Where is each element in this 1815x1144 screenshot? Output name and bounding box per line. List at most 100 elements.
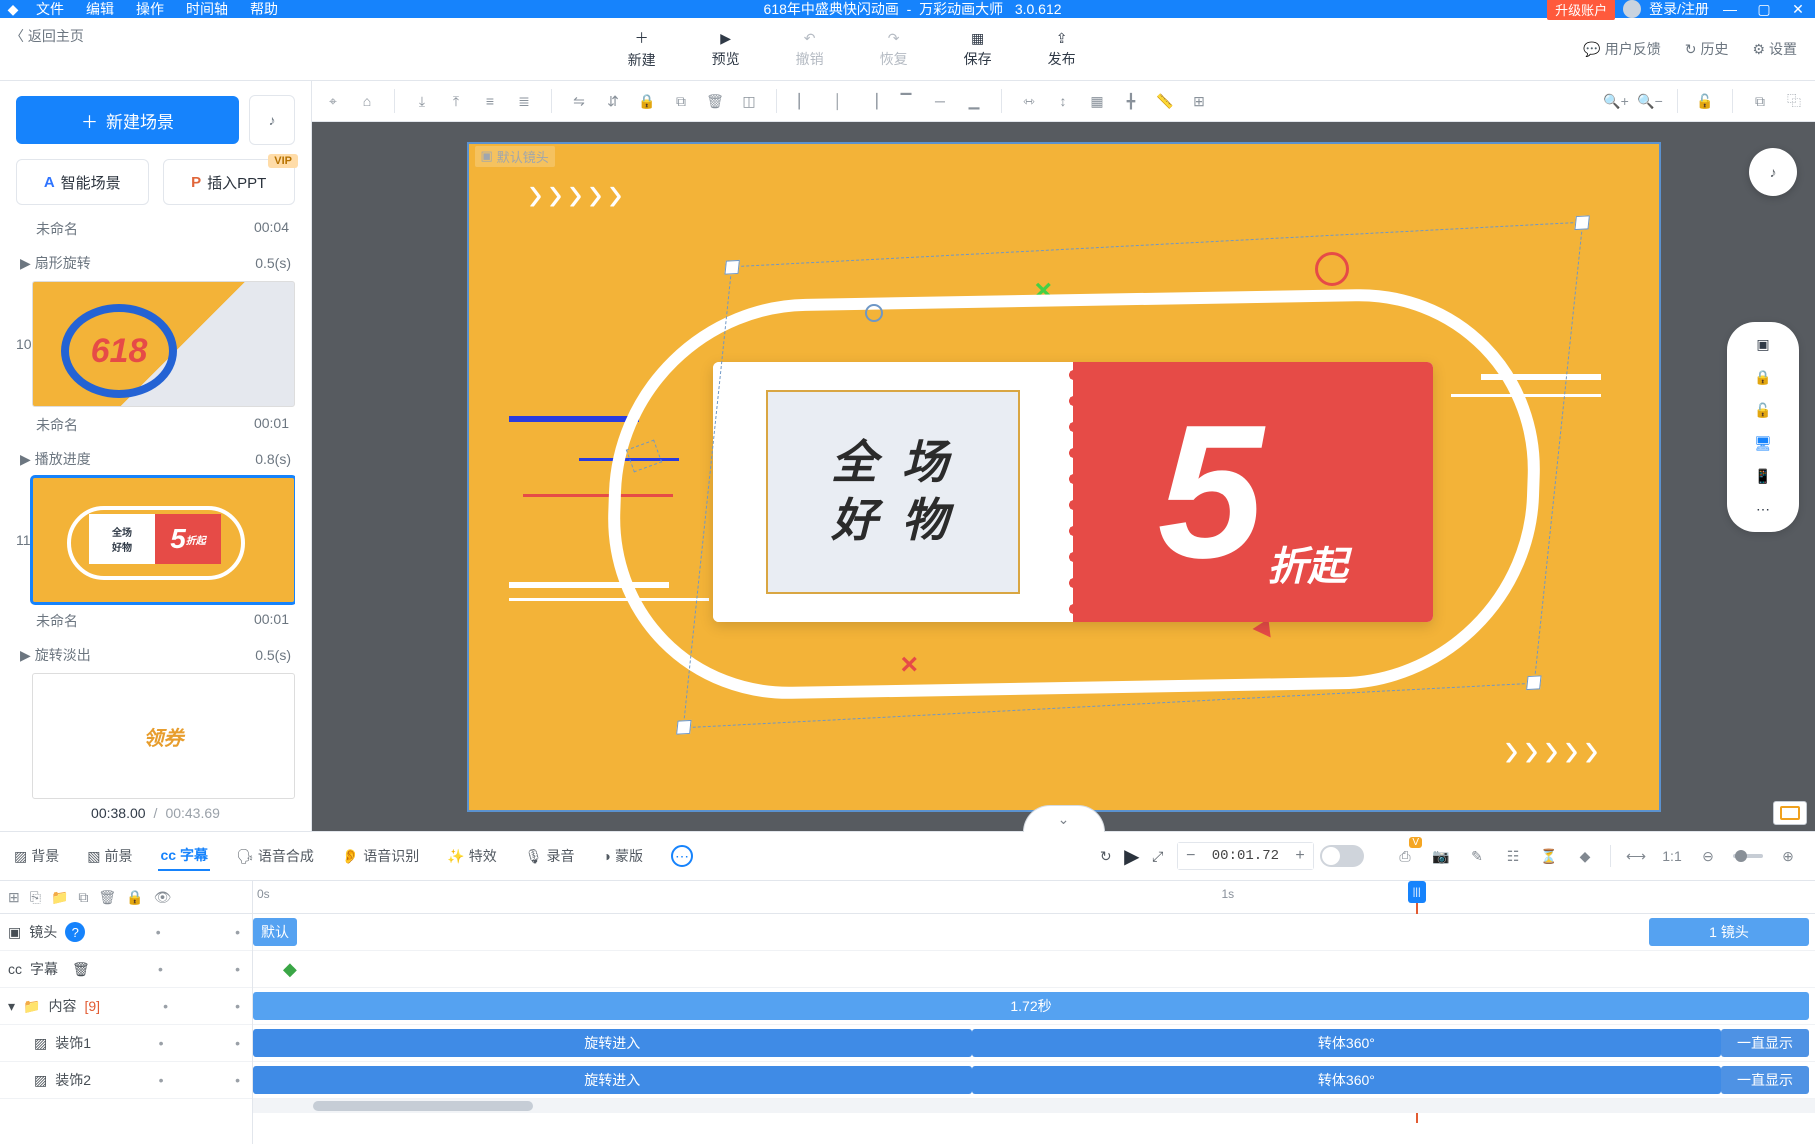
track-deco1[interactable]: 旋转进入 转体360° 一直显示 xyxy=(253,1025,1815,1062)
layers-icon[interactable]: ⧉ xyxy=(1747,88,1773,114)
add-track-icon[interactable]: ☷ xyxy=(1502,845,1524,867)
time-plus[interactable]: + xyxy=(1287,843,1313,869)
clip-camera1[interactable]: 1 镜头 xyxy=(1649,918,1809,946)
stage-outer[interactable]: ♪ ▣ 🔒 🔓 🖥 📱 ⋯ ▣默认镜头 ››››› ››››› xyxy=(312,122,1815,831)
scene-thumb-11[interactable]: 全场好物 5折起 xyxy=(32,477,295,603)
audio-fab[interactable]: ♪ xyxy=(1749,148,1797,196)
copy-icon[interactable]: ⧉ xyxy=(668,88,694,114)
grid-icon[interactable]: ▦ xyxy=(1084,88,1110,114)
dup-icon[interactable]: ⿻ xyxy=(1781,88,1807,114)
redo-button[interactable]: ↷ 恢复 xyxy=(880,30,908,69)
flip-h-icon[interactable]: ⇋ xyxy=(566,88,592,114)
close-button[interactable]: ✕ xyxy=(1785,0,1811,18)
align-center-icon[interactable]: │ xyxy=(825,88,851,114)
track-deco2[interactable]: 旋转进入 转体360° 一直显示 xyxy=(253,1062,1815,1099)
zoom-in-timeline-icon[interactable]: ⊕ xyxy=(1777,845,1799,867)
align-v-top-icon[interactable]: ▔ xyxy=(893,88,919,114)
cursor-icon[interactable]: ⌖ xyxy=(320,88,346,114)
track-deco1-head[interactable]: ▨ 装饰1 •• xyxy=(0,1025,252,1062)
align-v-bot-icon[interactable]: ▁ xyxy=(961,88,987,114)
menu-file[interactable]: 文件 xyxy=(36,0,64,19)
zoom-1-icon[interactable]: 1:1 xyxy=(1661,845,1683,867)
align-left-icon[interactable]: ▏ xyxy=(791,88,817,114)
unlock-icon[interactable]: 🔓 xyxy=(1692,88,1718,114)
tab-more[interactable]: ⋯ xyxy=(669,841,695,871)
undo-button[interactable]: ↶ 撤销 xyxy=(796,30,824,69)
edit-icon[interactable]: ✎ xyxy=(1466,845,1488,867)
menu-help[interactable]: 帮助 xyxy=(250,0,278,19)
clip-always-1[interactable]: 一直显示 xyxy=(1721,1029,1809,1057)
track-subtitle-head[interactable]: cc 字幕 🗑 •• xyxy=(0,951,252,988)
timeline-scroll-thumb[interactable] xyxy=(313,1101,533,1111)
play-button[interactable]: ▶ xyxy=(1119,843,1145,869)
tab-fg[interactable]: ▧前景 xyxy=(85,842,134,870)
upgrade-button[interactable]: 升级账户 xyxy=(1547,0,1615,20)
phone-icon[interactable]: 📱 xyxy=(1754,468,1771,485)
fullscreen-icon[interactable]: ⤢ xyxy=(1145,843,1171,869)
add-keyframe-icon[interactable]: ◆ xyxy=(283,959,297,980)
rotate-handle[interactable] xyxy=(865,304,883,322)
tab-mask[interactable]: ◑蒙版 xyxy=(600,842,644,870)
unlock-icon[interactable]: 🔓 xyxy=(1754,402,1771,419)
lock-icon[interactable]: 🔒 xyxy=(1754,369,1771,386)
add-icon[interactable]: ⊞ xyxy=(8,889,20,906)
stage[interactable]: ▣默认镜头 ››››› ››››› × × xyxy=(467,142,1661,812)
login-link[interactable]: 登录/注册 xyxy=(1649,0,1709,19)
align-hcenter-icon[interactable]: ≣ xyxy=(511,88,537,114)
menu-action[interactable]: 操作 xyxy=(136,0,164,19)
time-stepper[interactable]: − 00:01.72 + xyxy=(1177,842,1314,870)
clip-rotate360-2[interactable]: 转体360° xyxy=(972,1066,1722,1094)
more-icon[interactable]: ⋯ xyxy=(1756,501,1770,518)
clip-rotate360-1[interactable]: 转体360° xyxy=(972,1029,1722,1057)
align-vcenter-icon[interactable]: ≡ xyxy=(477,88,503,114)
publish-button[interactable]: ⇪ 发布 xyxy=(1048,30,1076,69)
timeline-ruler[interactable]: 0s 1s ||| xyxy=(253,881,1815,914)
tab-asr[interactable]: 👂语音识别 xyxy=(340,842,421,870)
feedback-link[interactable]: 💬用户反馈 xyxy=(1583,39,1660,59)
camera-icon[interactable]: 📷 xyxy=(1430,845,1452,867)
track-camera[interactable]: 默认 1 镜头 xyxy=(253,914,1815,951)
folder-icon[interactable]: 📁 xyxy=(51,889,68,906)
settings-link[interactable]: ⚙设置 xyxy=(1752,39,1797,59)
loop-toggle[interactable] xyxy=(1320,845,1364,867)
folder-out-icon[interactable]: ⎘ xyxy=(30,889,41,906)
scene-thumb-10[interactable]: 618 xyxy=(32,281,295,407)
minimize-button[interactable]: — xyxy=(1717,0,1743,18)
import-ppt-button[interactable]: P 插入PPT VIP xyxy=(163,159,296,205)
home-icon[interactable]: ⌂ xyxy=(354,88,380,114)
zoom-out-timeline-icon[interactable]: ⊖ xyxy=(1697,845,1719,867)
zoom-out-icon[interactable]: 🔍− xyxy=(1637,88,1663,114)
zoom-fit-icon[interactable]: ⟷ xyxy=(1625,845,1647,867)
align-top-icon[interactable]: ⤒ xyxy=(443,88,469,114)
menu-timeline[interactable]: 时间轴 xyxy=(186,0,228,19)
align-right-icon[interactable]: ▕ xyxy=(859,88,885,114)
trash-icon[interactable]: 🗑 xyxy=(702,88,728,114)
track-content[interactable]: 1.72秒 xyxy=(253,988,1815,1025)
tab-fx[interactable]: ✨特效 xyxy=(445,842,498,870)
track-content-head[interactable]: ▾ 📁 内容 [9] •• xyxy=(0,988,252,1025)
clip-content[interactable]: 1.72秒 xyxy=(253,992,1809,1020)
ruler-icon[interactable]: 📏 xyxy=(1152,88,1178,114)
trash-icon[interactable]: 🗑 xyxy=(98,889,116,906)
track-deco2-head[interactable]: ▨ 装饰2 •• xyxy=(0,1062,252,1099)
time-minus[interactable]: − xyxy=(1178,843,1204,869)
dup-icon[interactable]: ⧉ xyxy=(78,889,88,906)
canvas-pager-icon[interactable] xyxy=(1773,801,1807,825)
dist-h-icon[interactable]: ⇿ xyxy=(1016,88,1042,114)
zoom-in-icon[interactable]: 🔍+ xyxy=(1603,88,1629,114)
menu-edit[interactable]: 编辑 xyxy=(86,0,114,19)
tab-tts[interactable]: 🗣语音合成 xyxy=(234,842,316,870)
new-button[interactable]: ＋ 新建 xyxy=(628,28,656,70)
scene-thumb-next[interactable]: 领券 xyxy=(32,673,295,799)
trash-icon[interactable]: 🗑 xyxy=(72,961,90,978)
eye-icon[interactable]: 👁 xyxy=(154,889,172,906)
screen-icon[interactable]: 🖥 xyxy=(1754,435,1772,452)
align-v-mid-icon[interactable]: ─ xyxy=(927,88,953,114)
help-icon[interactable]: ? xyxy=(65,922,85,942)
timeline-scrollbar[interactable] xyxy=(253,1099,1815,1113)
snap-icon[interactable]: ⊞ xyxy=(1186,88,1212,114)
smart-scene-button[interactable]: A 智能场景 xyxy=(16,159,149,205)
align-bottom-icon[interactable]: ⤓ xyxy=(409,88,435,114)
history-link[interactable]: ↻历史 xyxy=(1685,39,1729,59)
filter-icon[interactable]: ⏳ xyxy=(1538,845,1560,867)
